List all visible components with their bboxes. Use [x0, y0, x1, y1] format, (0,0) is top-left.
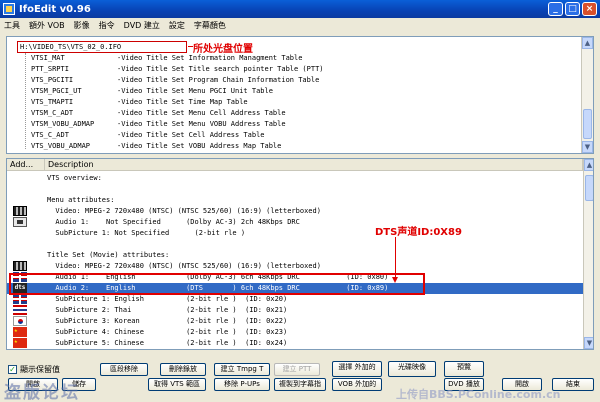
tree-item[interactable]: VTSM_VOBU_ADMAP -Video Title Set Menu VOB…	[31, 119, 286, 130]
list-item[interactable]: SubPicture 2: Thai (2-bit rle ) (ID: 0x2…	[7, 305, 583, 316]
get-vts-button[interactable]: 取得 VTS 範區	[148, 378, 206, 391]
show-reserved-checkbox[interactable]: ✓	[8, 365, 17, 374]
window-title: IfoEdit v0.96	[19, 3, 91, 15]
audio-speaker-icon	[13, 217, 27, 227]
video-film-icon	[13, 206, 27, 216]
list-item[interactable]: SubPicture 1: English (2-bit rle ) (ID: …	[7, 294, 583, 305]
list-item[interactable]: SubPicture 1: Not Specified (2-bit rle )	[7, 228, 583, 239]
ifo-path[interactable]: H:\VIDEO_TS\VTS_02_0.IFO	[17, 41, 187, 53]
select-extra-button[interactable]: 選擇 外加的	[332, 361, 382, 377]
window-controls: _ □ ×	[548, 2, 597, 16]
app-icon	[3, 3, 15, 15]
vts-details-list[interactable]: Add... Description VTS overview: Menu at…	[6, 158, 594, 350]
remove-pups-button[interactable]: 移除 P-UPs	[214, 378, 270, 391]
arrow-head-icon	[392, 277, 398, 283]
preview-button[interactable]: 預覽	[444, 361, 484, 377]
list-item[interactable]: Menu attributes:	[7, 195, 583, 206]
menu-tools[interactable]: 工具	[4, 20, 20, 31]
remove-section-button[interactable]: 區段移除	[100, 363, 148, 376]
video-film-icon	[13, 261, 27, 271]
tree-item[interactable]: VTS_C_ADT -Video Title Set Cell Address T…	[31, 130, 265, 141]
tree-item[interactable]: PTT_SRPTI -Video Title Set Title search p…	[31, 64, 324, 75]
menu-dvd-build[interactable]: DVD 建立	[124, 20, 160, 31]
menu-bar: 工具 額外 VOB 影像 指令 DVD 建立 設定 字幕顏色	[0, 18, 600, 32]
list-item[interactable]: VTS overview:	[7, 173, 583, 184]
tree-item[interactable]: VTSM_PGCI_UT -Video Title Set Menu PGCI U…	[31, 86, 273, 97]
copy-subtitle-button[interactable]: 複製到字幕指	[274, 378, 326, 391]
menu-commands[interactable]: 指令	[99, 20, 115, 31]
source-watermark: 上传自BBS.PConline.com.cn	[396, 388, 561, 401]
build-tmpg-button[interactable]: 建立 Tmpg T	[214, 363, 270, 376]
column-description[interactable]: Description	[45, 159, 583, 171]
disc-image-button[interactable]: 光碟映像	[388, 361, 436, 377]
forum-watermark: 盗版论坛	[4, 383, 80, 402]
tree-item[interactable]: VTSM_C_ADT -Video Title Set Menu Cell Add…	[31, 108, 286, 119]
tree-item[interactable]: VTS_TMAPTI -Video Title Set Time Map Tabl…	[31, 97, 248, 108]
top-scrollbar[interactable]: ▲ ▼	[581, 37, 593, 153]
menu-video[interactable]: 影像	[74, 20, 90, 31]
delete-button[interactable]: 刪除錄放	[160, 363, 206, 376]
dts-highlight-box	[9, 273, 425, 295]
scroll-thumb[interactable]	[583, 109, 592, 139]
scroll-thumb[interactable]	[585, 175, 593, 201]
list-item[interactable]: Title Set (Movie) attributes:	[7, 250, 583, 261]
ifo-structure-tree[interactable]: H:\VIDEO_TS\VTS_02_0.IFO 所处光盘位置 VTSI_MAT…	[6, 36, 594, 154]
list-item[interactable]: Video: MPEG-2 720x480 (NTSC) (NTSC 525/6…	[7, 261, 583, 272]
menu-subtitle-colors[interactable]: 字幕顏色	[194, 20, 226, 31]
list-item[interactable]: Audio 1: Not Specified (Dolby AC-3) 2ch …	[7, 217, 583, 228]
bottom-scrollbar[interactable]: ▲ ▼	[583, 159, 593, 349]
list-item[interactable]	[7, 184, 583, 195]
maximize-button[interactable]: □	[565, 2, 580, 16]
list-item[interactable]: SubPicture 5: Chinese (2-bit rle ) (ID: …	[7, 336, 583, 349]
vob-extra-button[interactable]: VOB 外加的	[332, 378, 382, 391]
list-item[interactable]	[7, 239, 583, 250]
minimize-button[interactable]: _	[548, 2, 563, 16]
chinese-flag-icon	[13, 336, 27, 348]
menu-extra-vob[interactable]: 額外 VOB	[29, 20, 65, 31]
tree-connector	[25, 53, 26, 149]
title-bar: IfoEdit v0.96 _ □ ×	[0, 0, 600, 18]
list-item[interactable]: SubPicture 3: Korean (2-bit rle ) (ID: 0…	[7, 316, 583, 327]
list-item[interactable]: Video: MPEG-2 720x480 (NTSC) (NTSC 525/6…	[7, 206, 583, 217]
column-address[interactable]: Add...	[7, 159, 45, 171]
close-button[interactable]: ×	[582, 2, 597, 16]
scroll-down-icon[interactable]: ▼	[584, 337, 593, 349]
dts-annotation: DTS声道ID:0X89	[375, 227, 462, 238]
list-item[interactable]: SubPicture 4: Chinese (2-bit rle ) (ID: …	[7, 325, 583, 338]
uk-flag-icon	[13, 294, 27, 304]
tree-item[interactable]: VTS_VOBU_ADMAP -Video Title Set VOBU Addr…	[31, 141, 281, 152]
scroll-up-icon[interactable]: ▲	[582, 37, 593, 49]
thai-flag-icon	[13, 305, 27, 315]
tree-item[interactable]: VTSI_MAT -Video Title Set Information Man…	[31, 53, 302, 64]
menu-settings[interactable]: 設定	[169, 20, 185, 31]
build-ptt-button[interactable]: 建立 PTT	[274, 363, 320, 376]
tree-item[interactable]: VTS_PGCITI -Video Title Set Program Chain…	[31, 75, 319, 86]
show-reserved-label: 顯示保留值	[20, 365, 60, 374]
list-header: Add... Description	[7, 159, 583, 171]
annotation-arrow	[395, 237, 396, 279]
scroll-up-icon[interactable]: ▲	[584, 159, 593, 171]
scroll-down-icon[interactable]: ▼	[582, 141, 593, 153]
